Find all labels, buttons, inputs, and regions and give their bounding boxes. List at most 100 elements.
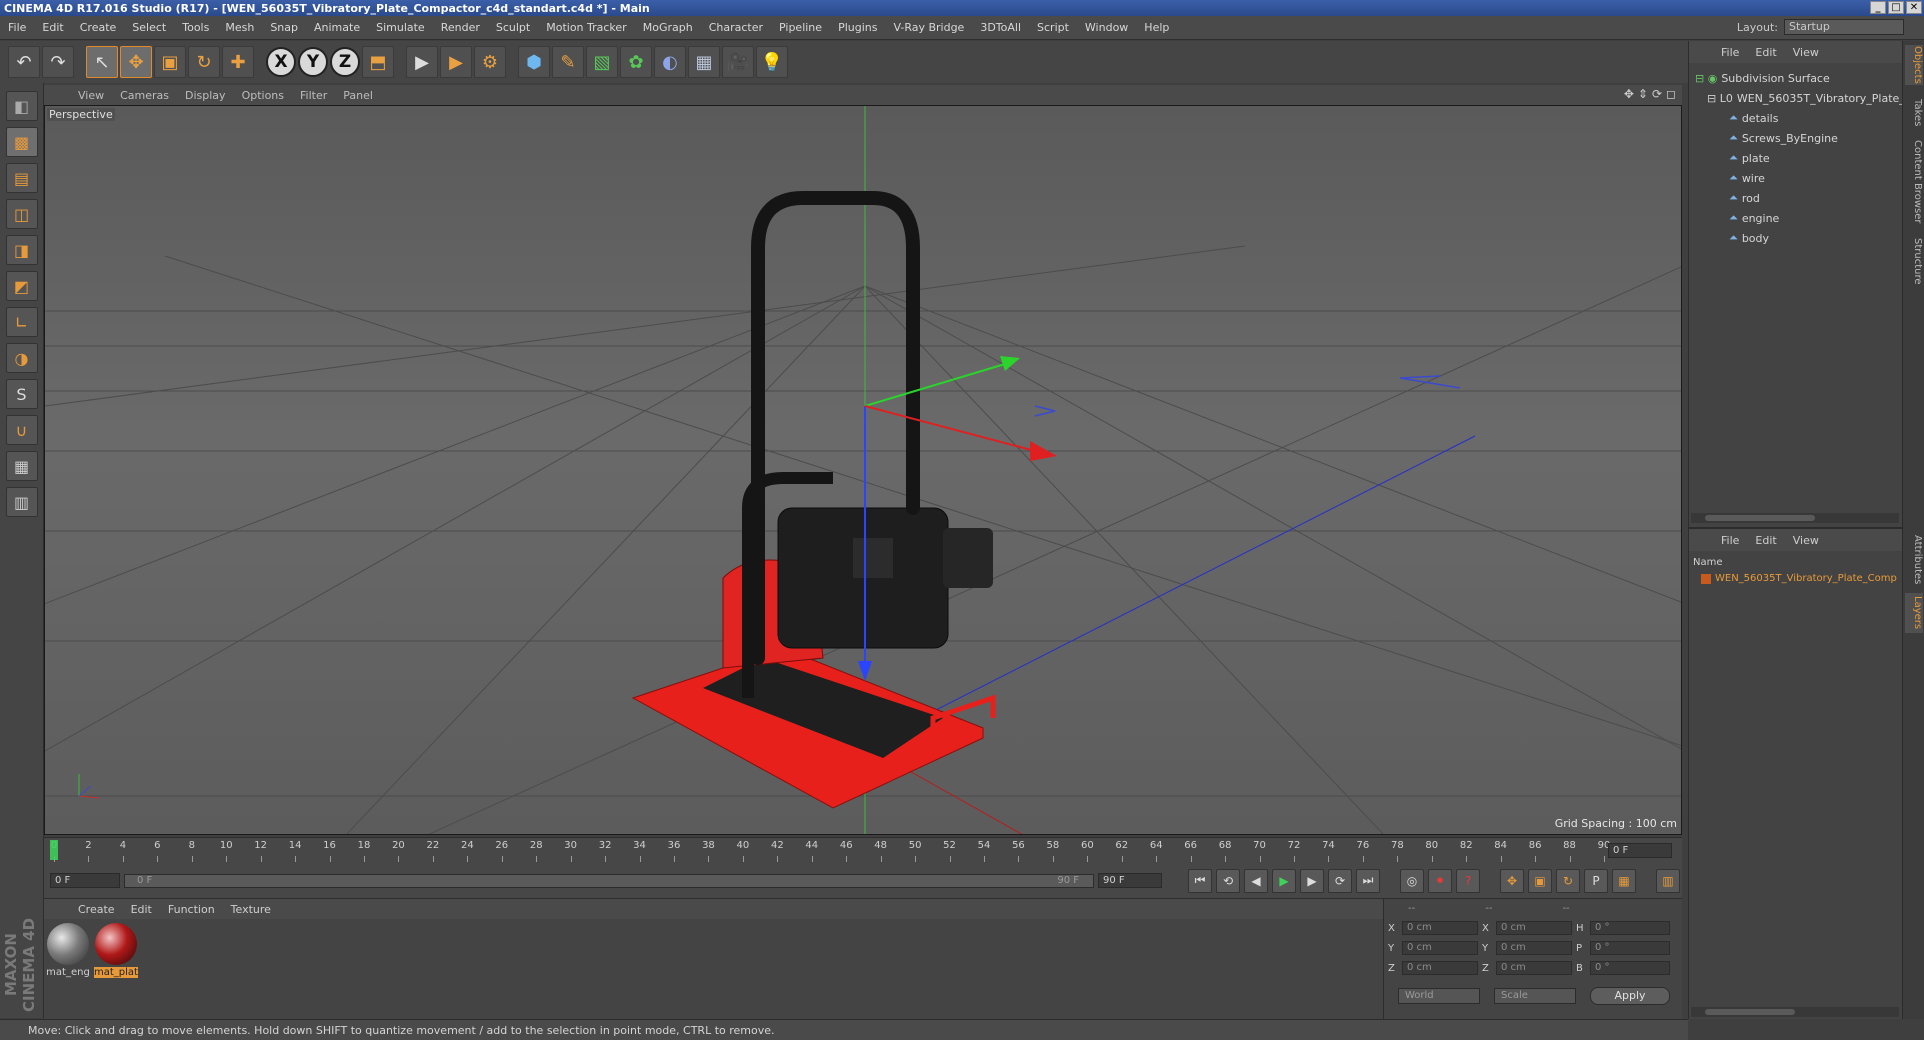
- layout-dropdown[interactable]: Startup: [1784, 19, 1904, 35]
- tree-item-body[interactable]: ⏶ body: [1729, 229, 1769, 247]
- subdivision-surface-button[interactable]: ▧: [586, 46, 618, 78]
- scrollbar-thumb[interactable]: [1705, 1009, 1795, 1015]
- recent-tool-button[interactable]: ✚: [222, 46, 254, 78]
- material-menu-texture[interactable]: Texture: [223, 903, 279, 916]
- menu-animate[interactable]: Animate: [306, 21, 368, 34]
- menu-create[interactable]: Create: [72, 21, 125, 34]
- layer-row[interactable]: WEN_56035T_Vibratory_Plate_Comp: [1701, 573, 1897, 584]
- y-size-field[interactable]: 0 cm: [1496, 941, 1572, 955]
- object-manager-scrollbar[interactable]: [1691, 513, 1899, 523]
- close-button[interactable]: ✕: [1906, 1, 1922, 14]
- scrollbar-thumb[interactable]: [1705, 515, 1815, 521]
- render-view-button[interactable]: ▶: [406, 46, 438, 78]
- rotate-view-icon[interactable]: ⟳: [1652, 87, 1662, 101]
- coordinate-mode-dropdown[interactable]: Scale: [1494, 988, 1576, 1004]
- snapping-icon[interactable]: ∪: [5, 415, 38, 445]
- previous-frame-button[interactable]: ◀: [1244, 868, 1268, 893]
- z-size-field[interactable]: 0 cm: [1496, 961, 1572, 975]
- layer-menu-view[interactable]: View: [1785, 534, 1827, 547]
- material-menu-function[interactable]: Function: [160, 903, 223, 916]
- menu-motion-tracker[interactable]: Motion Tracker: [538, 21, 634, 34]
- tree-item-wen-group[interactable]: ⊟ L0 WEN_56035T_Vibratory_Plate_Cor: [1707, 89, 1924, 107]
- menu-select[interactable]: Select: [124, 21, 174, 34]
- menu-mograph[interactable]: MoGraph: [635, 21, 701, 34]
- menu-pipeline[interactable]: Pipeline: [771, 21, 830, 34]
- bank-field[interactable]: 0 °: [1590, 961, 1670, 975]
- redo-button[interactable]: ↷: [42, 46, 74, 78]
- x-axis-lock-button[interactable]: X: [266, 47, 296, 77]
- viewport-menu-panel[interactable]: Panel: [335, 89, 381, 102]
- previous-key-button[interactable]: ⟲: [1216, 868, 1240, 893]
- goto-end-button[interactable]: ⏭: [1356, 868, 1380, 893]
- apply-button[interactable]: Apply: [1590, 987, 1670, 1005]
- x-size-field[interactable]: 0 cm: [1496, 921, 1572, 935]
- menu-window[interactable]: Window: [1077, 21, 1136, 34]
- play-button[interactable]: ▶: [1272, 868, 1296, 893]
- menu-simulate[interactable]: Simulate: [368, 21, 433, 34]
- floor-button[interactable]: ▦: [688, 46, 720, 78]
- y-axis-lock-button[interactable]: Y: [298, 47, 328, 77]
- menu-snap[interactable]: Snap: [262, 21, 306, 34]
- menu-mesh[interactable]: Mesh: [217, 21, 262, 34]
- current-frame-field[interactable]: 0 F: [1608, 843, 1672, 858]
- menu-3dtoall[interactable]: 3DToAll: [972, 21, 1029, 34]
- object-menu-edit[interactable]: Edit: [1747, 46, 1784, 59]
- record-scale-button[interactable]: ▣: [1528, 868, 1552, 893]
- pen-spline-button[interactable]: ✎: [552, 46, 584, 78]
- record-pla-button[interactable]: ▦: [1612, 868, 1636, 893]
- perspective-viewport[interactable]: Perspective Grid Spacing : 100 cm: [44, 105, 1682, 835]
- tree-item-rod[interactable]: ⏶ rod: [1729, 189, 1760, 207]
- start-frame-field[interactable]: 0 F: [50, 873, 120, 888]
- tree-item-engine[interactable]: ⏶ engine: [1729, 209, 1779, 227]
- plate-compactor-model[interactable]: [631, 191, 996, 809]
- viewport-menu-display[interactable]: Display: [177, 89, 234, 102]
- points-mode-icon[interactable]: ◨: [5, 235, 38, 265]
- zoom-view-icon[interactable]: ⇕: [1638, 87, 1648, 101]
- workplane-mode-icon[interactable]: ◫: [5, 199, 38, 229]
- tree-item-screws[interactable]: ⏶ Screws_ByEngine: [1729, 129, 1838, 147]
- menu-render[interactable]: Render: [433, 21, 488, 34]
- coordinate-system-button[interactable]: ⬒: [362, 46, 394, 78]
- live-selection-button[interactable]: ↖: [86, 46, 118, 78]
- minimize-button[interactable]: _: [1870, 1, 1886, 14]
- record-button[interactable]: ⏺: [1428, 868, 1452, 893]
- z-position-field[interactable]: 0 cm: [1402, 961, 1478, 975]
- toggle-view-icon[interactable]: ◻: [1666, 87, 1676, 101]
- timeline-ruler[interactable]: 0246810121416182022242628303234363840424…: [44, 837, 1682, 863]
- camera-button[interactable]: 🎥: [722, 46, 754, 78]
- model-mode-icon[interactable]: ▩: [5, 127, 38, 157]
- material-swatch-mat-eng[interactable]: mat_eng: [46, 923, 90, 978]
- make-editable-icon[interactable]: ◧: [5, 91, 38, 121]
- pitch-field[interactable]: 0 °: [1590, 941, 1670, 955]
- maximize-button[interactable]: □: [1888, 1, 1904, 14]
- viewport-menu-options[interactable]: Options: [234, 89, 292, 102]
- rotate-tool-button[interactable]: ↻: [188, 46, 220, 78]
- heading-field[interactable]: 0 °: [1590, 921, 1670, 935]
- material-swatch-mat-plat[interactable]: mat_plat: [94, 923, 138, 978]
- next-frame-button[interactable]: ▶: [1300, 868, 1324, 893]
- menu-sculpt[interactable]: Sculpt: [488, 21, 538, 34]
- planar-workplane-icon[interactable]: ▥: [5, 487, 38, 517]
- menu-tools[interactable]: Tools: [174, 21, 217, 34]
- object-menu-view[interactable]: View: [1785, 46, 1827, 59]
- light-button[interactable]: 💡: [756, 46, 788, 78]
- workplane-lock-icon[interactable]: ▦: [5, 451, 38, 481]
- x-position-field[interactable]: 0 cm: [1402, 921, 1478, 935]
- texture-mode-icon[interactable]: ▤: [5, 163, 38, 193]
- viewport-menu-cameras[interactable]: Cameras: [112, 89, 177, 102]
- tweak-mode-icon[interactable]: S: [5, 379, 38, 409]
- scale-tool-button[interactable]: ▣: [154, 46, 186, 78]
- keyframe-selection-button[interactable]: ?: [1456, 868, 1480, 893]
- menu-character[interactable]: Character: [701, 21, 771, 34]
- record-parameter-button[interactable]: P: [1584, 868, 1608, 893]
- goto-start-button[interactable]: ⏮: [1188, 868, 1212, 893]
- menu-help[interactable]: Help: [1136, 21, 1177, 34]
- deformer-button[interactable]: ◐: [654, 46, 686, 78]
- tree-item-subdivision-surface[interactable]: ⊟ ◉ Subdivision Surface: [1695, 69, 1830, 87]
- tab-structure[interactable]: Structure: [1905, 233, 1923, 289]
- material-menu-create[interactable]: Create: [70, 903, 123, 916]
- tree-item-plate[interactable]: ⏶ plate: [1729, 149, 1770, 167]
- render-settings-button[interactable]: ⚙: [474, 46, 506, 78]
- material-menu-edit[interactable]: Edit: [123, 903, 160, 916]
- record-rotation-button[interactable]: ↻: [1556, 868, 1580, 893]
